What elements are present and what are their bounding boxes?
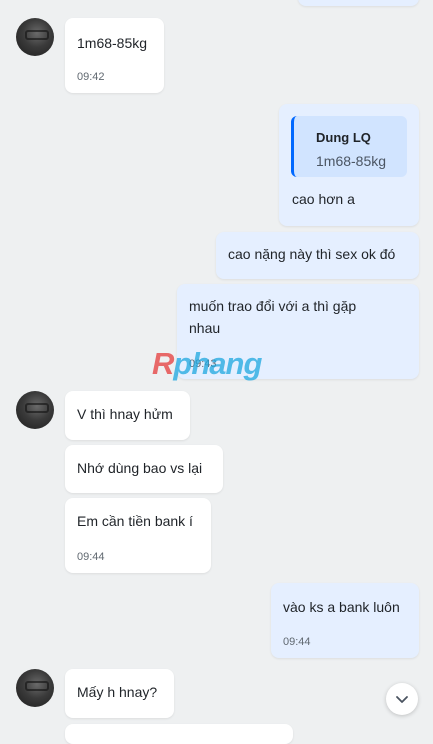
message-timestamp: 09:44: [283, 636, 311, 648]
quoted-text: 1m68-85kg: [316, 153, 387, 169]
message-bubble-incoming[interactable]: 1m68-85kg 09:42: [65, 18, 164, 93]
quoted-message[interactable]: Dung LQ 1m68-85kg: [291, 116, 407, 177]
contact-avatar[interactable]: [16, 669, 54, 707]
message-text: cao nặng này thì sex ok đó: [228, 246, 396, 262]
message-text: 1m68-85kg: [77, 35, 148, 51]
message-text: Mấy h hnay?: [77, 684, 158, 700]
message-text: Em cần tiền bank í: [77, 513, 193, 529]
message-bubble-clipped[interactable]: [298, 0, 419, 6]
message-bubble-incoming[interactable]: Nhớ dùng bao vs lại: [65, 445, 223, 493]
message-bubble-incoming[interactable]: V thì hnay hửm: [65, 391, 190, 440]
message-bubble-clipped[interactable]: [65, 724, 293, 744]
message-bubble-outgoing[interactable]: vào ks a bank luôn 09:44: [271, 583, 419, 658]
chevron-down-icon: [396, 696, 408, 703]
message-timestamp: 09:44: [77, 551, 105, 563]
contact-avatar[interactable]: [16, 18, 54, 56]
message-text: cao hơn a: [292, 191, 355, 207]
quoted-author: Dung LQ: [316, 130, 371, 145]
message-bubble-incoming[interactable]: Em cần tiền bank í 09:44: [65, 498, 211, 573]
message-bubble-outgoing[interactable]: Dung LQ 1m68-85kg cao hơn a: [279, 104, 419, 226]
scroll-to-bottom-button[interactable]: [386, 683, 418, 715]
watermark-logo: Rphang: [152, 346, 262, 381]
message-text: V thì hnay hửm: [77, 406, 173, 422]
message-text: Nhớ dùng bao vs lại: [77, 460, 203, 476]
message-text: muốn trao đổi với a thì gặp nhau: [189, 298, 357, 336]
message-timestamp: 09:42: [77, 71, 105, 83]
contact-avatar[interactable]: [16, 391, 54, 429]
message-bubble-incoming[interactable]: Mấy h hnay?: [65, 669, 174, 718]
message-bubble-outgoing[interactable]: cao nặng này thì sex ok đó: [216, 232, 419, 279]
message-text: vào ks a bank luôn: [283, 599, 400, 615]
